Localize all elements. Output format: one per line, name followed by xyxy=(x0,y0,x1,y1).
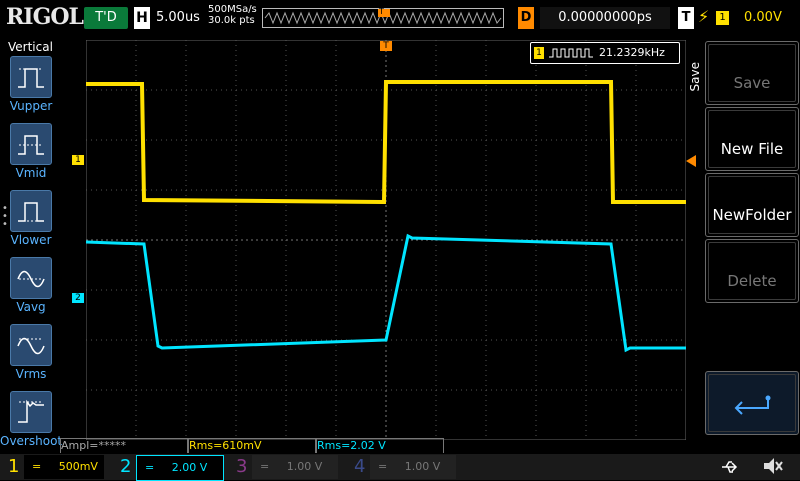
new-file-button-label: New File xyxy=(720,140,784,158)
rising-edge-icon: ⚡ xyxy=(698,7,710,26)
ch2-offset-marker[interactable]: 2 xyxy=(72,293,84,303)
vmid-label: Vmid xyxy=(15,166,47,180)
trigger-position-marker: T xyxy=(379,7,384,16)
vrms-label: Vrms xyxy=(15,367,47,381)
vrms-icon xyxy=(17,337,45,355)
vupper-label: Vupper xyxy=(9,99,53,113)
trigger-level-marker[interactable] xyxy=(686,155,696,167)
ch1-scale-box[interactable]: = 500mV xyxy=(24,455,104,479)
ch4-number[interactable]: 4 xyxy=(354,454,365,480)
new-folder-button-label: NewFolder xyxy=(712,206,792,224)
overshoot-button[interactable] xyxy=(10,391,52,433)
frequency-readout: 1 21.2329kHz xyxy=(530,42,680,64)
vrms-button[interactable] xyxy=(10,324,52,366)
memory-waveform-bar: T xyxy=(262,7,504,28)
vlower-icon xyxy=(18,202,44,222)
timebase-value[interactable]: 5.00us xyxy=(156,7,200,29)
ch3-number[interactable]: 3 xyxy=(236,454,247,480)
frequency-channel: 1 xyxy=(534,47,544,59)
vmid-icon xyxy=(18,135,44,155)
delay-value[interactable]: 0.00000000ps xyxy=(540,7,670,29)
ch4-scale-box[interactable]: = 1.00 V xyxy=(370,455,456,479)
vupper-icon xyxy=(18,68,44,88)
trigger-label: T xyxy=(678,7,694,29)
delete-button[interactable]: Delete xyxy=(705,239,799,303)
trigger-time-marker[interactable]: T xyxy=(380,41,392,51)
ch4-scale: 1.00 V xyxy=(404,460,441,473)
vavg-button[interactable] xyxy=(10,257,52,299)
vlower-button[interactable] xyxy=(10,190,52,232)
horizontal-label: H xyxy=(134,7,150,29)
ch1-scale: 500mV xyxy=(58,460,98,473)
vertical-panel-title: Vertical xyxy=(8,40,53,54)
measurement-ch2-rms[interactable]: Rms=2.02 V xyxy=(316,438,444,453)
overshoot-label: Overshoot xyxy=(0,434,63,448)
ch1-number[interactable]: 1 xyxy=(8,454,19,480)
usb-icon xyxy=(722,461,738,473)
new-file-button[interactable]: New File xyxy=(705,107,799,171)
delete-button-label: Delete xyxy=(727,272,777,290)
vavg-icon xyxy=(17,270,45,288)
run-status-badge[interactable]: T'D xyxy=(84,7,128,29)
frequency-value: 21.2329kHz xyxy=(599,46,665,59)
more-dots-icon: • • • xyxy=(2,203,8,230)
square-wave-icon xyxy=(549,48,593,58)
trigger-source: 1 xyxy=(716,11,729,25)
ch3-scale-box[interactable]: = 1.00 V xyxy=(252,455,338,479)
enter-arrow-icon xyxy=(734,395,771,415)
speaker-mute-icon[interactable] xyxy=(762,456,784,476)
save-button[interactable]: Save xyxy=(705,41,799,105)
vavg-label: Vavg xyxy=(16,300,46,314)
waveform-display[interactable] xyxy=(86,40,686,440)
ch1-coupling: = xyxy=(32,460,42,473)
ch3-scale: 1.00 V xyxy=(286,460,323,473)
vlower-label: Vlower xyxy=(10,233,52,247)
trigger-level[interactable]: 0.00V xyxy=(744,7,782,29)
vmid-button[interactable] xyxy=(10,123,52,165)
measurement-ch1-rms[interactable]: Rms=610mV xyxy=(188,438,316,453)
ch4-coupling: = xyxy=(378,460,388,473)
menu-title: Save xyxy=(688,62,702,92)
ch3-coupling: = xyxy=(260,460,270,473)
ch2-scale: 2.00 V xyxy=(171,461,208,474)
acquisition-info: 500MSa/s 30.0k pts xyxy=(208,4,257,26)
ch2-coupling: = xyxy=(145,461,155,474)
vupper-button[interactable] xyxy=(10,56,52,98)
overshoot-icon xyxy=(18,399,44,423)
ch1-offset-marker[interactable]: 1 xyxy=(72,155,84,165)
enter-button[interactable] xyxy=(705,371,799,435)
brand-logo: RIGOL xyxy=(6,4,84,30)
ch2-scale-box[interactable]: = 2.00 V xyxy=(136,455,224,481)
new-folder-button[interactable]: NewFolder xyxy=(705,173,799,237)
save-button-label: Save xyxy=(733,74,771,92)
ch2-number[interactable]: 2 xyxy=(120,454,131,480)
delay-label: D xyxy=(518,7,534,29)
measurement-ampl[interactable]: Ampl=***** xyxy=(60,438,188,453)
sample-rate: 500MSa/s xyxy=(208,4,257,15)
memory-depth: 30.0k pts xyxy=(208,15,255,26)
